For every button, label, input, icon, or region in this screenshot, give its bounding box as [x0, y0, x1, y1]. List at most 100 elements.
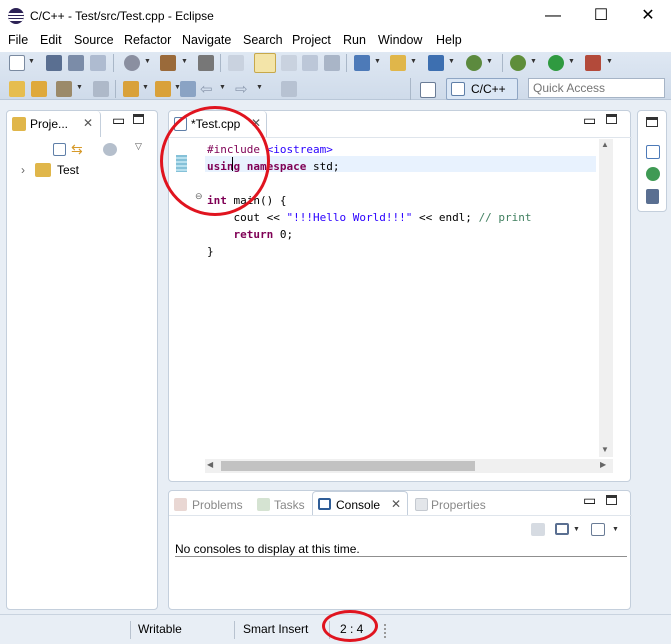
tree-expander-icon[interactable]: › [21, 163, 25, 177]
minimize-button[interactable]: — [530, 0, 576, 32]
minimize-view-icon[interactable]: ▭ [112, 112, 125, 129]
toggle-comment-icon[interactable] [228, 55, 244, 71]
open-perspective-icon[interactable] [420, 82, 436, 98]
scroll-down-icon[interactable]: ▼ [601, 445, 609, 454]
forward-dropdown-icon[interactable]: ▼ [256, 84, 263, 91]
link-with-editor-icon[interactable]: ⇆ [71, 141, 83, 158]
scroll-left-icon[interactable]: ◀ [207, 460, 213, 469]
build-dropdown-icon[interactable]: ▼ [144, 58, 151, 65]
new-dropdown-icon[interactable]: ▼ [28, 58, 35, 65]
include-browser-icon[interactable] [646, 189, 659, 204]
build-settings-icon[interactable] [124, 55, 140, 71]
tab-properties[interactable]: Properties [431, 498, 486, 512]
menu-refactor[interactable]: Refactor [124, 33, 171, 47]
display-console-dropdown-icon[interactable]: ▼ [573, 526, 580, 533]
new-icon[interactable] [9, 55, 25, 71]
save-all-icon[interactable] [68, 55, 84, 71]
pin-editor-icon[interactable] [281, 81, 297, 97]
view-menu-icon[interactable] [103, 143, 117, 156]
code-editor[interactable]: #include <iostream> using namespace std; i… [207, 141, 597, 451]
menu-file[interactable]: File [8, 33, 28, 47]
run-dropdown-icon[interactable]: ▼ [568, 58, 575, 65]
new-source-dropdown-icon[interactable]: ▼ [486, 58, 493, 65]
search-tool-dropdown-icon[interactable]: ▼ [76, 84, 83, 91]
hammer-dropdown-icon[interactable]: ▼ [181, 58, 188, 65]
maximize-view-icon[interactable] [133, 114, 144, 124]
next-annotation-icon[interactable] [123, 81, 139, 97]
minimize-editor-icon[interactable]: ▭ [583, 112, 596, 129]
new-folder-icon[interactable] [390, 55, 406, 71]
view-menu-dropdown-icon[interactable]: ▽ [135, 141, 142, 152]
previous-annotation-icon[interactable] [155, 81, 171, 97]
mark-occurrences-icon[interactable] [254, 53, 276, 73]
word-wrap-icon[interactable] [302, 55, 318, 71]
menu-project[interactable]: Project [292, 33, 331, 47]
tab-problems[interactable]: Problems [192, 498, 243, 512]
close-button[interactable]: ✕ [625, 0, 671, 32]
right-trim-stack [637, 110, 667, 212]
horizontal-scroll-thumb[interactable] [221, 461, 475, 471]
new-source-file-icon[interactable] [466, 55, 482, 71]
menu-help[interactable]: Help [436, 33, 462, 47]
menu-source[interactable]: Source [74, 33, 114, 47]
forward-arrow-icon[interactable]: ⇨ [235, 80, 248, 98]
new-class-dropdown-icon[interactable]: ▼ [448, 58, 455, 65]
perspective-cpp-button[interactable]: C/C++ [446, 78, 518, 100]
menu-window[interactable]: Window [378, 33, 422, 47]
make-target-icon[interactable] [646, 167, 660, 181]
back-dropdown-icon[interactable]: ▼ [219, 84, 226, 91]
project-explorer-tab[interactable]: Proje... ✕ [7, 111, 101, 137]
maximize-bottom-panel-icon[interactable] [606, 495, 617, 505]
close-tab-icon[interactable]: ✕ [83, 116, 93, 130]
open-type-icon[interactable] [93, 81, 109, 97]
quick-access-input[interactable] [528, 78, 665, 98]
run-icon[interactable] [548, 55, 564, 71]
maximize-button[interactable]: ☐ [578, 0, 624, 32]
tab-console-container[interactable]: Console ✕ [312, 491, 408, 515]
vertical-scrollbar[interactable]: ▲ ▼ [599, 139, 613, 457]
save-icon[interactable] [46, 55, 62, 71]
code-token: <iostream> [266, 143, 333, 156]
new-folder-dropdown-icon[interactable]: ▼ [410, 58, 417, 65]
minimize-bottom-panel-icon[interactable]: ▭ [583, 492, 596, 509]
next-annotation-dropdown-icon[interactable]: ▼ [142, 84, 149, 91]
project-explorer-icon [12, 117, 26, 131]
debug-dropdown-icon[interactable]: ▼ [530, 58, 537, 65]
status-insert-mode: Smart Insert [243, 622, 309, 636]
pin-console-icon[interactable] [531, 523, 545, 536]
menu-run[interactable]: Run [343, 33, 366, 47]
display-console-icon[interactable] [555, 523, 569, 535]
debug-icon[interactable] [510, 55, 526, 71]
cpp-project-icon [35, 163, 51, 177]
scroll-up-icon[interactable]: ▲ [601, 140, 609, 149]
back-arrow-icon[interactable]: ⇦ [200, 80, 213, 98]
search-tool-icon[interactable] [56, 81, 72, 97]
last-edit-icon[interactable] [180, 81, 196, 97]
new-class-icon[interactable] [428, 55, 444, 71]
tab-tasks[interactable]: Tasks [274, 498, 305, 512]
menu-edit[interactable]: Edit [40, 33, 62, 47]
external-tools-icon[interactable] [585, 55, 601, 71]
show-whitespace-icon[interactable] [324, 55, 340, 71]
collapse-all-icon[interactable] [53, 143, 66, 156]
menu-navigate[interactable]: Navigate [182, 33, 231, 47]
horizontal-scrollbar[interactable]: ◀ ▶ [205, 459, 613, 473]
outline-icon[interactable] [646, 145, 660, 159]
open-project-icon[interactable] [9, 81, 25, 97]
open-console-dropdown-icon[interactable]: ▼ [612, 526, 619, 533]
menu-search[interactable]: Search [243, 33, 283, 47]
block-selection-icon[interactable] [281, 55, 297, 71]
external-tools-dropdown-icon[interactable]: ▼ [606, 58, 613, 65]
new-cpp-project-icon[interactable] [354, 55, 370, 71]
print-icon[interactable] [90, 55, 106, 71]
build-all-icon[interactable] [198, 55, 214, 71]
hammer-icon[interactable] [160, 55, 176, 71]
open-folder-icon[interactable] [31, 81, 47, 97]
project-tree-item-test[interactable]: Test [57, 163, 79, 177]
restore-view-icon[interactable] [646, 117, 658, 127]
new-project-dropdown-icon[interactable]: ▼ [374, 58, 381, 65]
open-console-icon[interactable] [591, 523, 605, 536]
maximize-editor-icon[interactable] [606, 114, 617, 124]
scroll-right-icon[interactable]: ▶ [600, 460, 606, 469]
close-console-tab-icon[interactable]: ✕ [391, 497, 401, 511]
